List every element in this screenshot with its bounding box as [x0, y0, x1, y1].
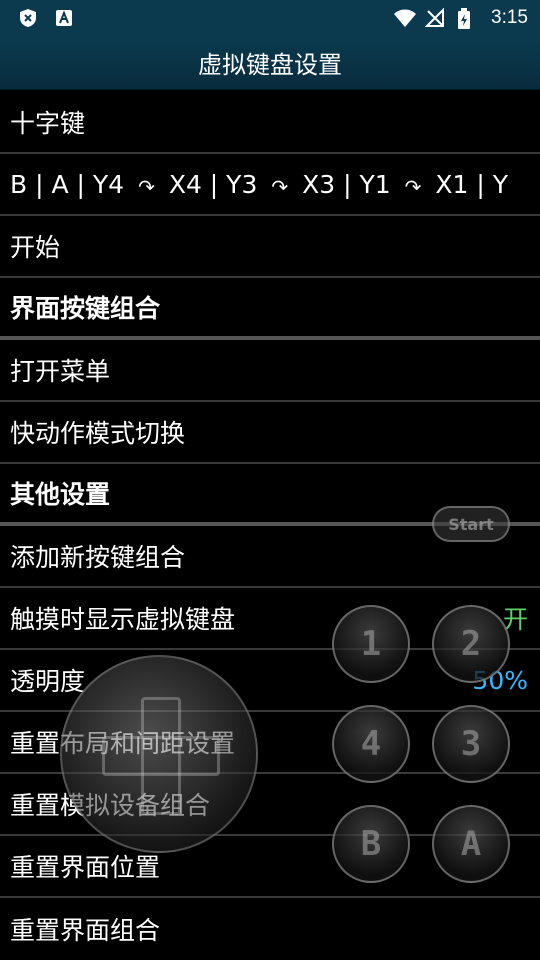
row-label: 快动作模式切换: [10, 419, 186, 448]
page-title: 虚拟键盘设置: [198, 51, 342, 79]
turn-arrow-icon: ↷: [404, 175, 422, 199]
dpad-cross-horizontal: [102, 736, 220, 776]
gamepad-button-b[interactable]: B: [332, 805, 410, 883]
row-quick-mode[interactable]: 快动作模式切换: [0, 402, 540, 464]
status-bar: 3:15: [0, 0, 540, 36]
section-title: 界面按键组合: [10, 294, 161, 323]
row-label: 重置界面组合: [10, 916, 161, 945]
row-label: 透明度: [10, 667, 86, 696]
row-label: 触摸时显示虚拟键盘: [10, 605, 236, 634]
gamepad-button-1[interactable]: 1: [332, 605, 410, 683]
combo-segment: B | A | Y4: [10, 169, 125, 199]
dpad-button[interactable]: [60, 655, 258, 853]
gamepad-button-2[interactable]: 2: [432, 605, 510, 683]
row-label: 重置界面位置: [10, 853, 161, 882]
font-a-icon: [54, 8, 74, 28]
gamepad-button-a[interactable]: A: [432, 805, 510, 883]
gamepad-button-4[interactable]: 4: [332, 705, 410, 783]
row-label: 添加新按键组合: [10, 543, 186, 572]
no-signal-icon: [424, 7, 445, 28]
row-label: 打开菜单: [10, 357, 111, 386]
start-button[interactable]: Start: [432, 506, 510, 542]
combo-sequence: B | A | Y4 ↷ X4 | Y3 ↷ X3 | Y1 ↷ X1 | Y: [10, 169, 509, 200]
row-label: 开始: [10, 233, 61, 262]
row-dpad[interactable]: 十字键: [0, 92, 540, 154]
row-start[interactable]: 开始: [0, 216, 540, 278]
turn-arrow-icon: ↷: [271, 175, 289, 199]
row-button-combo[interactable]: B | A | Y4 ↷ X4 | Y3 ↷ X3 | Y1 ↷ X1 | Y: [0, 154, 540, 216]
combo-segment: X3 | Y1: [302, 169, 391, 199]
turn-arrow-icon: ↷: [138, 175, 155, 199]
wifi-icon: [393, 8, 417, 28]
combo-segment: X1 | Y: [435, 169, 509, 199]
row-reset-ui-combo[interactable]: 重置界面组合: [0, 898, 540, 960]
clock: 3:15: [491, 7, 528, 28]
row-label: 十字键: [10, 109, 86, 138]
shield-x-icon: [18, 8, 38, 28]
battery-charging-icon: [457, 8, 477, 29]
section-header-ui-combo: 界面按键组合: [0, 278, 540, 340]
combo-segment: X4 | Y3: [168, 169, 258, 199]
row-open-menu[interactable]: 打开菜单: [0, 340, 540, 402]
section-title: 其他设置: [10, 480, 111, 509]
gamepad-button-3[interactable]: 3: [432, 705, 510, 783]
title-bar: 虚拟键盘设置: [0, 36, 540, 90]
